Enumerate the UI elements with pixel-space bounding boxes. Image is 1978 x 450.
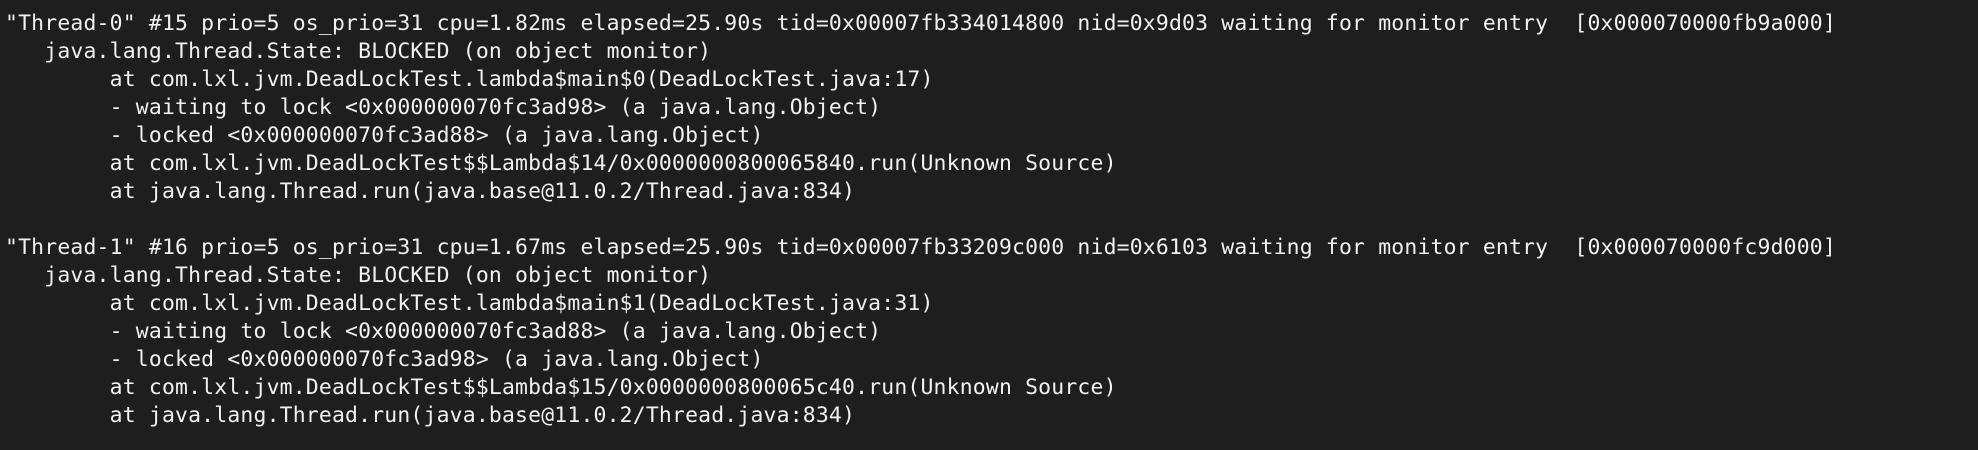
locked-line: - locked <0x000000070fc3ad88> (a java.la… — [5, 123, 764, 148]
stack-frame-line: at java.lang.Thread.run(java.base@11.0.2… — [5, 403, 856, 428]
thread-header-line: "Thread-1" #16 prio=5 os_prio=31 cpu=1.6… — [5, 235, 1836, 260]
stack-frame-line: at java.lang.Thread.run(java.base@11.0.2… — [5, 179, 856, 204]
waiting-lock-line: - waiting to lock <0x000000070fc3ad98> (… — [5, 95, 882, 120]
thread-header-line: "Thread-0" #15 prio=5 os_prio=31 cpu=1.8… — [5, 11, 1836, 36]
thread-dump-block-thread-1: "Thread-1" #16 prio=5 os_prio=31 cpu=1.6… — [5, 234, 1978, 430]
thread-state-line: java.lang.Thread.State: BLOCKED (on obje… — [5, 263, 712, 288]
stack-frame-line: at com.lxl.jvm.DeadLockTest.lambda$main$… — [5, 291, 934, 316]
waiting-lock-line: - waiting to lock <0x000000070fc3ad88> (… — [5, 319, 882, 344]
stack-frame-line: at com.lxl.jvm.DeadLockTest$$Lambda$14/0… — [5, 151, 1117, 176]
thread-state-line: java.lang.Thread.State: BLOCKED (on obje… — [5, 39, 712, 64]
stack-frame-line: at com.lxl.jvm.DeadLockTest.lambda$main$… — [5, 67, 934, 92]
locked-line: - locked <0x000000070fc3ad98> (a java.la… — [5, 347, 764, 372]
terminal-output[interactable]: "Thread-0" #15 prio=5 os_prio=31 cpu=1.8… — [0, 0, 1978, 450]
thread-dump-block-thread-0: "Thread-0" #15 prio=5 os_prio=31 cpu=1.8… — [5, 10, 1978, 206]
stack-frame-line: at com.lxl.jvm.DeadLockTest$$Lambda$15/0… — [5, 375, 1117, 400]
